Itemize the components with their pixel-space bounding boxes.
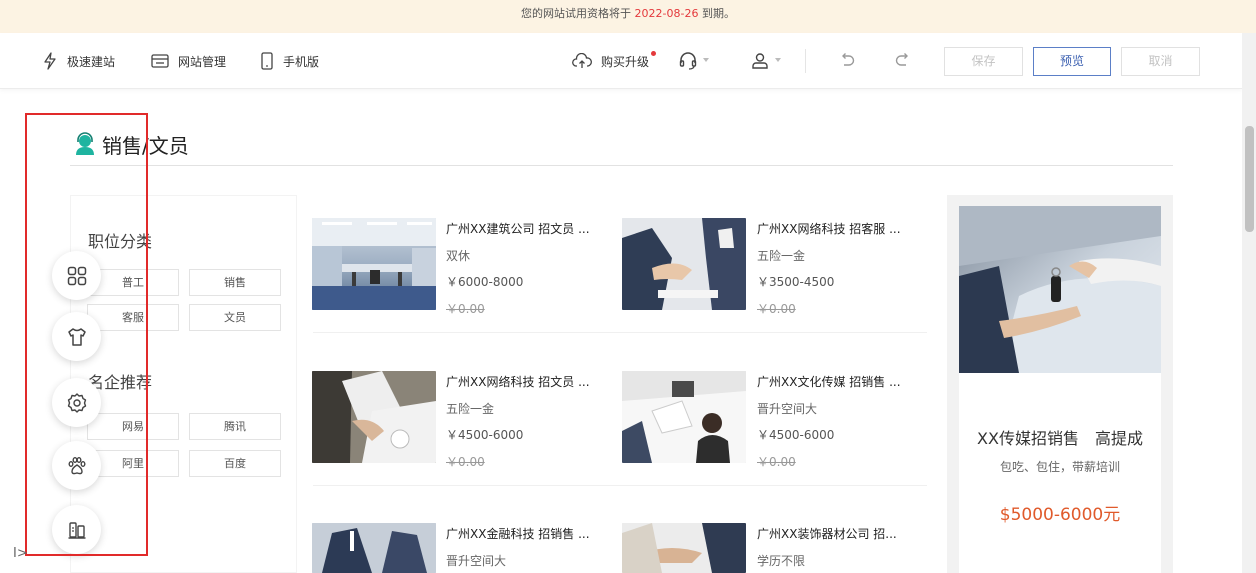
job-benefit: 晋升空间大 (757, 402, 818, 416)
redo-icon (895, 53, 908, 66)
phone-icon (261, 52, 273, 70)
job-old-price: ￥0.00 (757, 302, 796, 316)
promo-image (959, 206, 1161, 373)
job-old-price: ￥0.00 (446, 302, 485, 316)
account-dropdown-caret[interactable] (775, 58, 781, 62)
team-photo (622, 371, 746, 463)
job-salary: ￥4500-6000 (446, 428, 524, 442)
company-tag[interactable]: 百度 (189, 450, 281, 477)
company-tag[interactable]: 腾讯 (189, 413, 281, 440)
cancel-button[interactable]: 取消 (1121, 47, 1200, 76)
support-button[interactable] (678, 51, 698, 75)
trial-notice-bar: 您的网站试用资格将于 2022-08-26 到期。 (0, 0, 1256, 33)
promo-card-inner: XX传媒招销售 高提成 包吃、包住，带薪培训 $5000-6000元 (959, 206, 1161, 573)
job-old-price: ￥0.00 (446, 455, 485, 469)
job-title[interactable]: 广州XX网络科技 招客服 ... (757, 220, 901, 237)
job-thumbnail[interactable] (622, 523, 746, 573)
upgrade-label: 购买升级 (601, 54, 650, 69)
section-divider (70, 165, 1173, 166)
job-title[interactable]: 广州XX金融科技 招销售 ... (446, 525, 590, 542)
notice-prefix: 您的网站试用资格将于 (521, 7, 632, 20)
save-button[interactable]: 保存 (944, 47, 1023, 76)
job-benefit: 晋升空间大 (446, 554, 507, 568)
job-benefit: 双休 (446, 249, 471, 263)
job-thumbnail[interactable] (312, 523, 436, 573)
collapse-sidebar-toggle[interactable]: I> (13, 546, 28, 561)
mobile-version-label: 手机版 (283, 54, 320, 69)
promo-card[interactable]: XX传媒招销售 高提成 包吃、包住，带薪培训 $5000-6000元 (947, 195, 1173, 573)
scrollbar-thumb[interactable] (1245, 126, 1254, 232)
window-icon (151, 54, 169, 68)
category-tag[interactable]: 文员 (189, 304, 281, 331)
job-benefit: 五险一金 (446, 402, 495, 416)
highlight-box (25, 113, 148, 556)
quick-build-button[interactable]: 极速建站 (42, 33, 115, 89)
job-title[interactable]: 广州XX网络科技 招文员 ... (446, 373, 590, 390)
job-thumbnail[interactable] (312, 218, 436, 310)
handshake-photo (622, 523, 746, 573)
bolt-icon (44, 52, 56, 70)
mobile-version-button[interactable]: 手机版 (260, 33, 319, 89)
site-manage-button[interactable]: 网站管理 (151, 33, 226, 89)
account-button[interactable] (750, 51, 770, 75)
page-scrollbar[interactable] (1242, 33, 1256, 573)
preview-button[interactable]: 预览 (1033, 47, 1111, 76)
job-salary: ￥4500-6000 (757, 428, 835, 442)
handshake-photo (622, 218, 746, 310)
job-salary: ￥3500-4500 (757, 275, 835, 289)
job-title[interactable]: 广州XX建筑公司 招文员 ... (446, 220, 590, 237)
promo-price: $5000-6000元 (999, 505, 1121, 525)
headset-icon (679, 52, 697, 70)
notice-suffix: 到期。 (701, 7, 735, 20)
quick-build-label: 极速建站 (67, 54, 116, 69)
job-thumbnail[interactable] (312, 371, 436, 463)
business-photo (312, 523, 436, 573)
meeting-photo (312, 371, 436, 463)
toolbar-divider (805, 49, 806, 73)
redo-button[interactable] (894, 51, 912, 73)
job-thumbnail[interactable] (622, 371, 746, 463)
undo-button[interactable] (838, 51, 856, 73)
office-photo (312, 218, 436, 310)
editor-toolbar: 极速建站 网站管理 手机版 购买升级 保存 预览 取消 (0, 33, 1242, 89)
promo-title: XX传媒招销售 高提成 (977, 429, 1143, 448)
job-benefit: 学历不限 (757, 554, 806, 568)
undo-icon (842, 53, 855, 66)
car-keys-photo (959, 206, 1161, 373)
job-title[interactable]: 广州XX文化传媒 招销售 ... (757, 373, 901, 390)
user-icon (752, 53, 768, 69)
site-manage-label: 网站管理 (178, 54, 227, 69)
job-old-price: ￥0.00 (757, 455, 796, 469)
job-benefit: 五险一金 (757, 249, 806, 263)
job-thumbnail[interactable] (622, 218, 746, 310)
job-title[interactable]: 广州XX装饰器材公司 招... (757, 525, 897, 542)
upgrade-notification-dot (651, 51, 656, 56)
notice-date: 2022-08-26 (634, 7, 699, 20)
row-divider (313, 332, 927, 333)
support-dropdown-caret[interactable] (703, 58, 709, 62)
row-divider (313, 485, 927, 486)
promo-subtitle: 包吃、包住，带薪培训 (999, 460, 1120, 474)
cloud-upload-icon (572, 53, 592, 68)
job-salary: ￥6000-8000 (446, 275, 524, 289)
upgrade-button[interactable]: 购买升级 (572, 33, 649, 89)
category-tag[interactable]: 销售 (189, 269, 281, 296)
